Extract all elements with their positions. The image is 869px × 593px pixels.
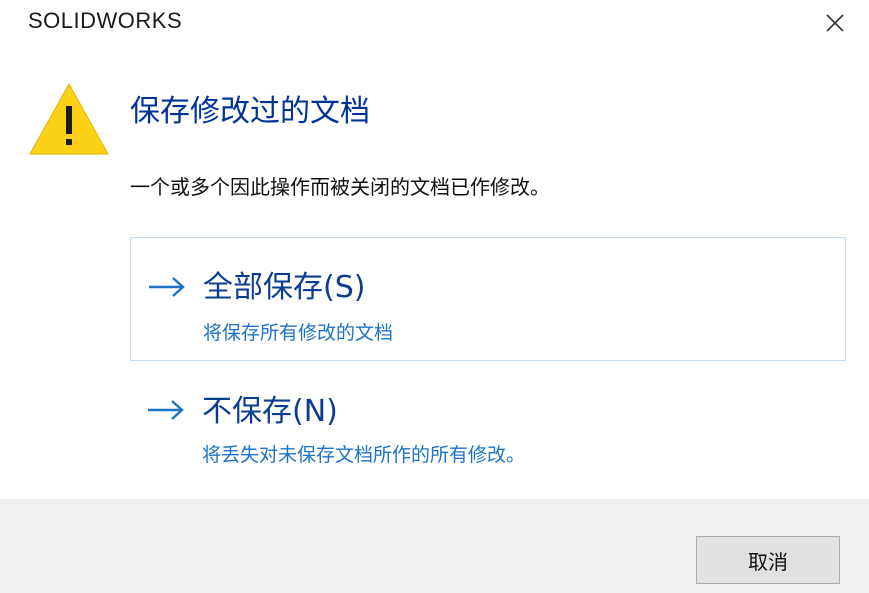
dialog-footer: 取消 <box>0 499 869 593</box>
dont-save-note: 将丢失对未保存文档所作的所有修改。 <box>202 444 526 466</box>
save-all-command[interactable]: 全部保存(S) 将保存所有修改的文档 <box>130 237 846 361</box>
arrow-right-icon <box>148 400 184 420</box>
warning-icon <box>29 82 109 155</box>
cancel-button[interactable]: 取消 <box>696 536 840 584</box>
arrow-right-icon <box>149 277 185 297</box>
save-changes-dialog: SOLIDWORKS 保存修改过的文档 一个或多个因此操作而被关闭的文档已作修改… <box>0 0 869 593</box>
title-bar: SOLIDWORKS <box>0 0 869 50</box>
save-all-note: 将保存所有修改的文档 <box>203 322 394 344</box>
main-instruction: 保存修改过的文档 <box>130 94 370 129</box>
close-icon <box>826 14 844 32</box>
window-title: SOLIDWORKS <box>28 8 183 33</box>
close-button[interactable] <box>815 4 855 42</box>
dont-save-label: 不保存(N) <box>202 394 338 429</box>
save-all-label: 全部保存(S) <box>203 270 366 305</box>
content-text: 一个或多个因此操作而被关闭的文档已作修改。 <box>130 175 550 199</box>
dont-save-command[interactable]: 不保存(N) 将丢失对未保存文档所作的所有修改。 <box>130 380 846 480</box>
